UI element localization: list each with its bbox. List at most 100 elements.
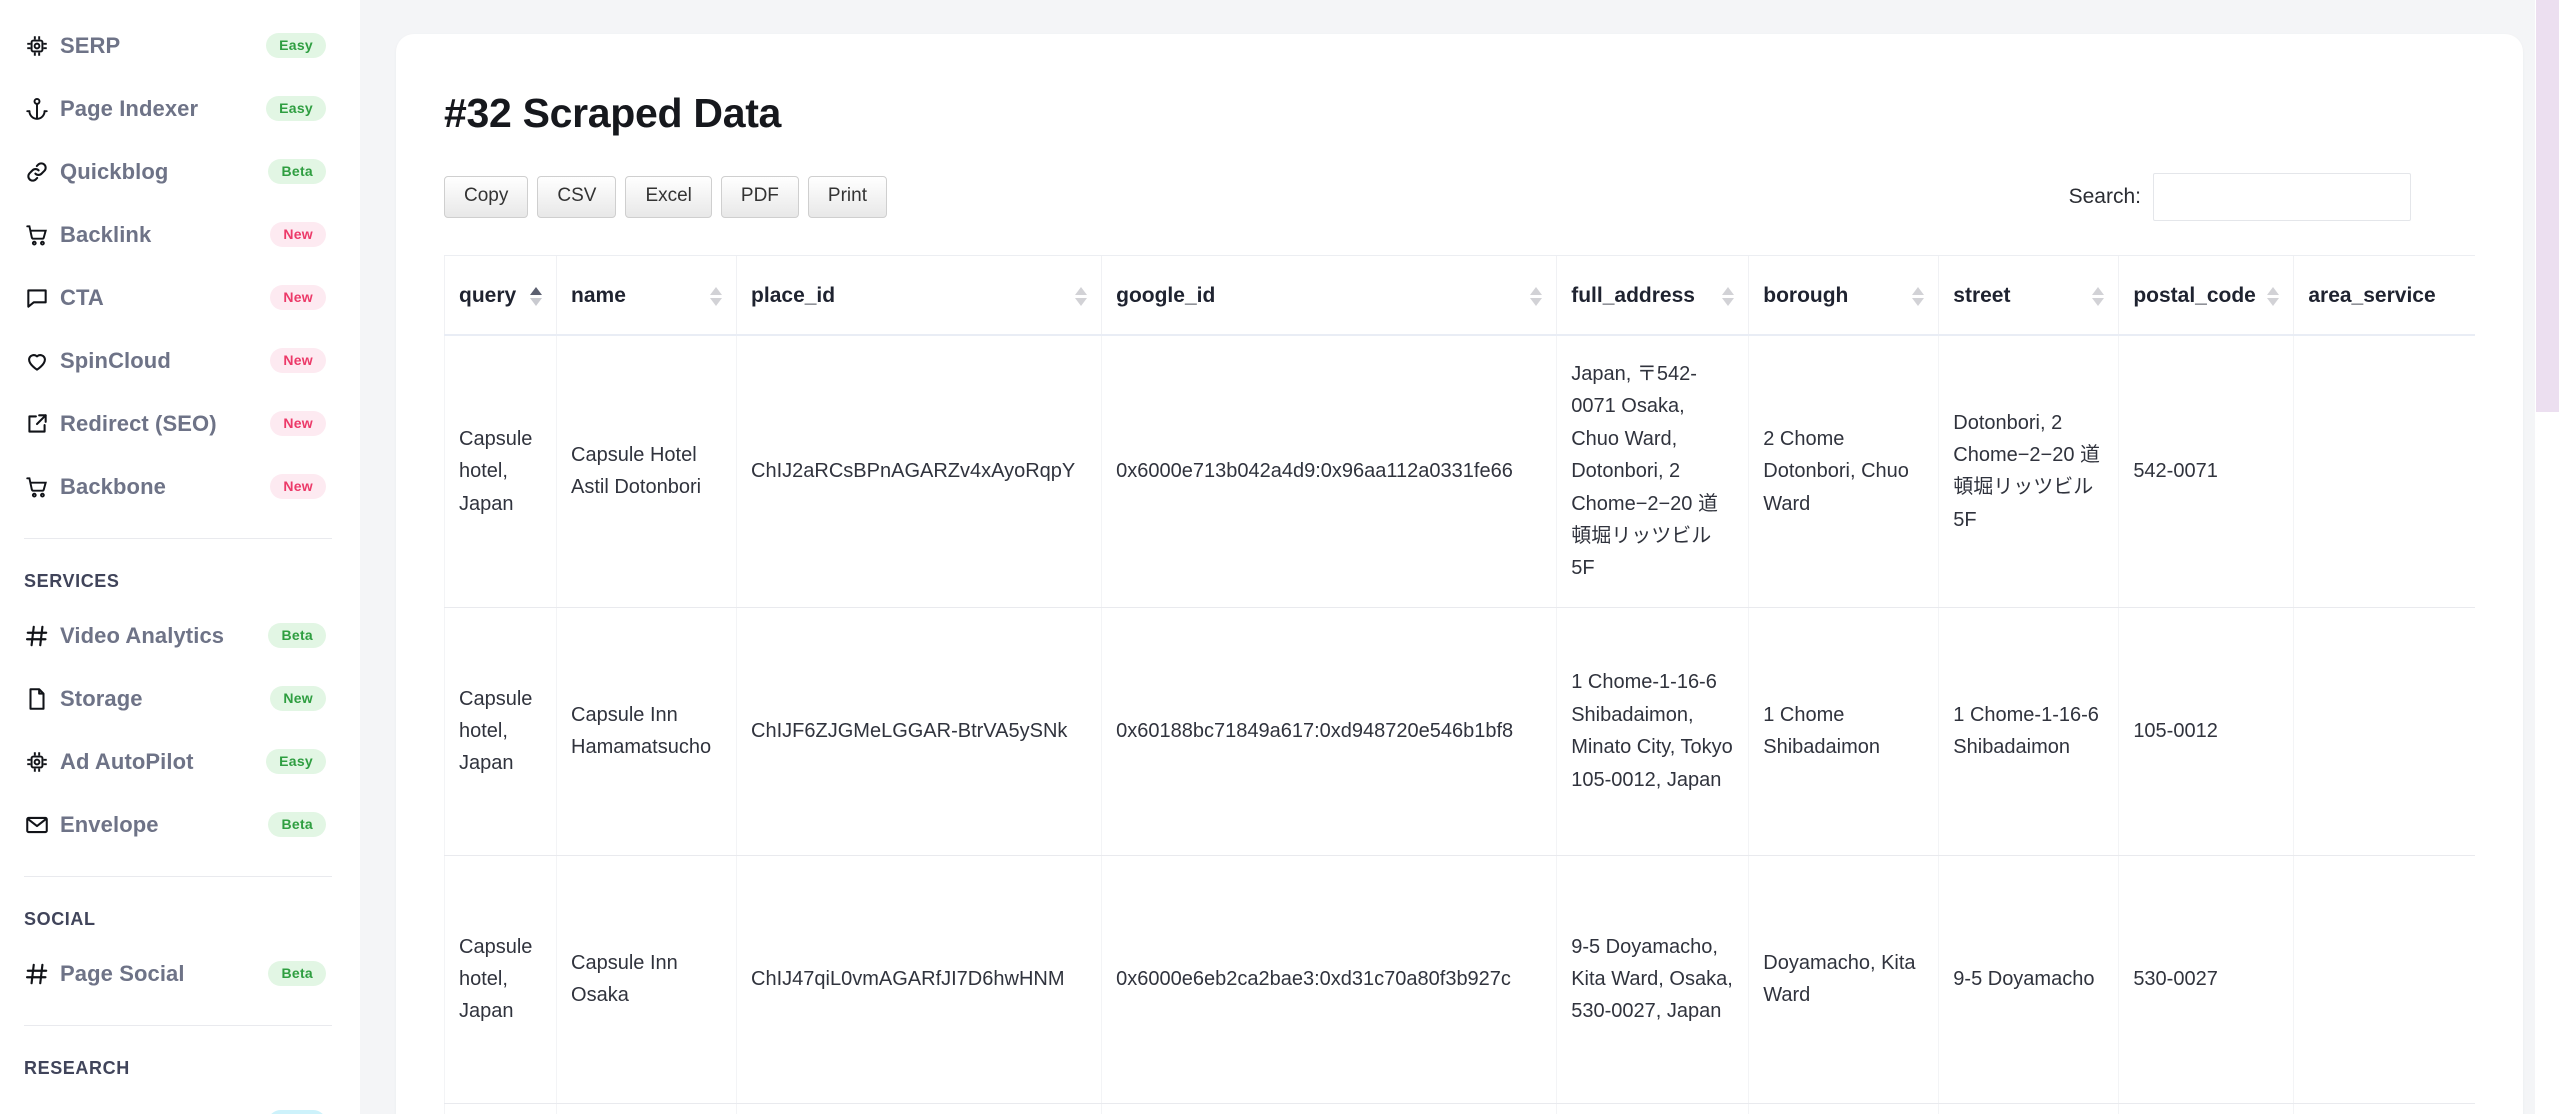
sidebar-item-spincloud[interactable]: SpinCloud New [0,329,360,392]
cell-full_address: 9-5 Doyamacho, Kita Ward, Osaka, 530-002… [1556,855,1749,1104]
column-header-label: area_service [2308,284,2436,307]
sidebar-item-label: Backbone [60,473,166,499]
chip-icon [24,749,58,775]
sidebar-item-redirect-seo[interactable]: Redirect (SEO) New [0,392,360,455]
sidebar-item-scraper[interactable]: ScraperData [0,1091,360,1114]
sort-ascending-icon[interactable] [530,286,543,306]
sort-toggle-icon[interactable] [1912,286,1925,306]
column-header-label: borough [1763,284,1849,307]
sidebar-item-storage[interactable]: Storage New [0,667,360,730]
link-icon [24,159,58,185]
cell-query: Capsule hotel, Japan [444,335,557,608]
sort-toggle-icon[interactable] [1075,286,1088,306]
cell-area_service [2293,855,2475,1104]
scraped-data-card: #32 Scraped Data Copy CSV Excel PDF Print Se… [396,34,2523,1114]
sidebar-item-cta[interactable]: CTA New [0,266,360,329]
cell-place_id: ChIJ2aRCsBPnAGARZv4xAyoRqpY [736,335,1102,608]
sidebar-item-backbone[interactable]: Backbone New [0,455,360,518]
chip-icon [24,33,58,59]
sidebar-groups: SERVICES Video Analytics Beta Storage New Ad … [0,538,360,1114]
sidebar-item-badge: Beta [268,961,326,986]
page-title: #32 Scraped Data [444,90,782,136]
column-header-query[interactable]: query [444,255,557,336]
sidebar-item-ad-autopilot[interactable]: Ad AutoPilot Easy [0,730,360,793]
table-row[interactable]: Capsule hotel, Japan Capsule Inn Osaka ChI… [444,855,2475,1104]
search-label: Search: [2068,185,2141,208]
cell-google_id: 0x60188bc71849a617:0xd948720e546b1bf8 [1101,607,1557,856]
page-scrollbar-thumb[interactable] [2536,0,2559,412]
sidebar-item-page-social[interactable]: Page Social Beta [0,942,360,1005]
column-header-place_id[interactable]: place_id [736,255,1102,336]
sidebar-item-badge: Beta [268,159,326,184]
column-header-full_address[interactable]: full_address [1556,255,1749,336]
column-header-label: full_address [1571,284,1695,307]
search-input[interactable] [2153,173,2411,221]
sidebar-item-video-analytics[interactable]: Video Analytics Beta [0,604,360,667]
sort-toggle-icon[interactable] [710,286,723,306]
table-row[interactable] [444,1103,2475,1114]
sidebar-item-label: Backlink [60,221,152,247]
column-header-label: name [571,284,626,307]
cell-postal_code: 542-0071 [2118,335,2294,608]
cell-street: Dotonbori, 2 Chome−2−20 道頓堀リッツビル 5F [1938,335,2119,608]
cell-google_id: 0x6000e713b042a4d9:0x96aa112a0331fe66 [1101,335,1557,608]
excel-button[interactable]: Excel [625,176,712,218]
cell-postal_code: 105-0012 [2118,607,2294,856]
column-header-borough[interactable]: borough [1748,255,1939,336]
sidebar-item-label: CTA [60,284,104,310]
cell-place_id: ChIJF6ZJGMeLGGAR-BtrVA5ySNk [736,607,1102,856]
sort-toggle-icon[interactable] [2267,286,2280,306]
sidebar-item-label: SERP [60,32,121,58]
heart-icon [24,348,58,374]
copy-button[interactable]: Copy [444,176,529,218]
cell-area_service [2293,607,2475,856]
sidebar-item-badge: Beta [268,812,326,837]
pdf-button[interactable]: PDF [720,176,799,218]
sidebar: SERP Easy Page Indexer Easy Quickblog Beta Bac… [0,0,360,1114]
column-header-area_service[interactable]: area_service [2293,255,2475,336]
sidebar-item-label: Storage [60,685,143,711]
anchor-icon [24,96,58,122]
cell-postal_code: 530-0027 [2118,855,2294,1104]
sidebar-item-badge: Beta [268,623,326,648]
cell-place_id: ChIJ47qiL0vmAGARfJI7D6hwHNM [736,855,1102,1104]
column-header-google_id[interactable]: google_id [1101,255,1557,336]
sidebar-item-quickblog[interactable]: Quickblog Beta [0,140,360,203]
cell-postal_code [2118,1103,2294,1114]
column-header-label: google_id [1116,284,1216,307]
sort-toggle-icon[interactable] [2092,286,2105,306]
cell-full_address: 1 Chome-1-16-6 Shibadaimon, Minato City,… [1556,607,1749,856]
column-header-postal_code[interactable]: postal_code [2118,255,2294,336]
cell-name: Capsule Inn Osaka [556,855,737,1104]
sidebar-group-title: SERVICES [24,571,120,591]
sidebar-item-label: Page Indexer [60,95,199,121]
column-header-street[interactable]: street [1938,255,2119,336]
sidebar-item-label: Ad AutoPilot [60,748,194,774]
table-row[interactable]: Capsule hotel, Japan Capsule Hotel Astil … [444,335,2475,608]
page-scrollbar[interactable] [2535,0,2559,1114]
sidebar-item-badge: Easy [266,33,326,58]
column-header-label: postal_code [2133,284,2256,307]
csv-button[interactable]: CSV [537,176,617,218]
column-header-label: query [459,284,517,307]
sort-toggle-icon[interactable] [1530,286,1543,306]
sort-toggle-icon[interactable] [1722,286,1735,306]
table-row[interactable]: Capsule hotel, Japan Capsule Inn Hamamats… [444,607,2475,856]
column-header-name[interactable]: name [556,255,737,336]
cell-borough [1748,1103,1939,1114]
cell-street: 9-5 Doyamacho [1938,855,2119,1104]
sidebar-item-serp[interactable]: SERP Easy [0,14,360,77]
envelope-icon [24,812,58,838]
table-scroll-container[interactable]: query name place_id google_id full_address bo… [444,255,2475,1114]
sidebar-item-badge: New [270,474,326,499]
print-button[interactable]: Print [807,176,887,218]
cell-query [444,1103,557,1114]
shopping-cart-icon [24,474,58,500]
cell-query: Capsule hotel, Japan [444,855,557,1104]
sidebar-item-page-indexer[interactable]: Page Indexer Easy [0,77,360,140]
column-header-label: place_id [751,284,836,307]
cell-area_service [2293,1103,2475,1114]
sidebar-item-backlink[interactable]: Backlink New [0,203,360,266]
cell-borough: 2 Chome Dotonbori, Chuo Ward [1748,335,1939,608]
sidebar-item-envelope[interactable]: Envelope Beta [0,793,360,856]
